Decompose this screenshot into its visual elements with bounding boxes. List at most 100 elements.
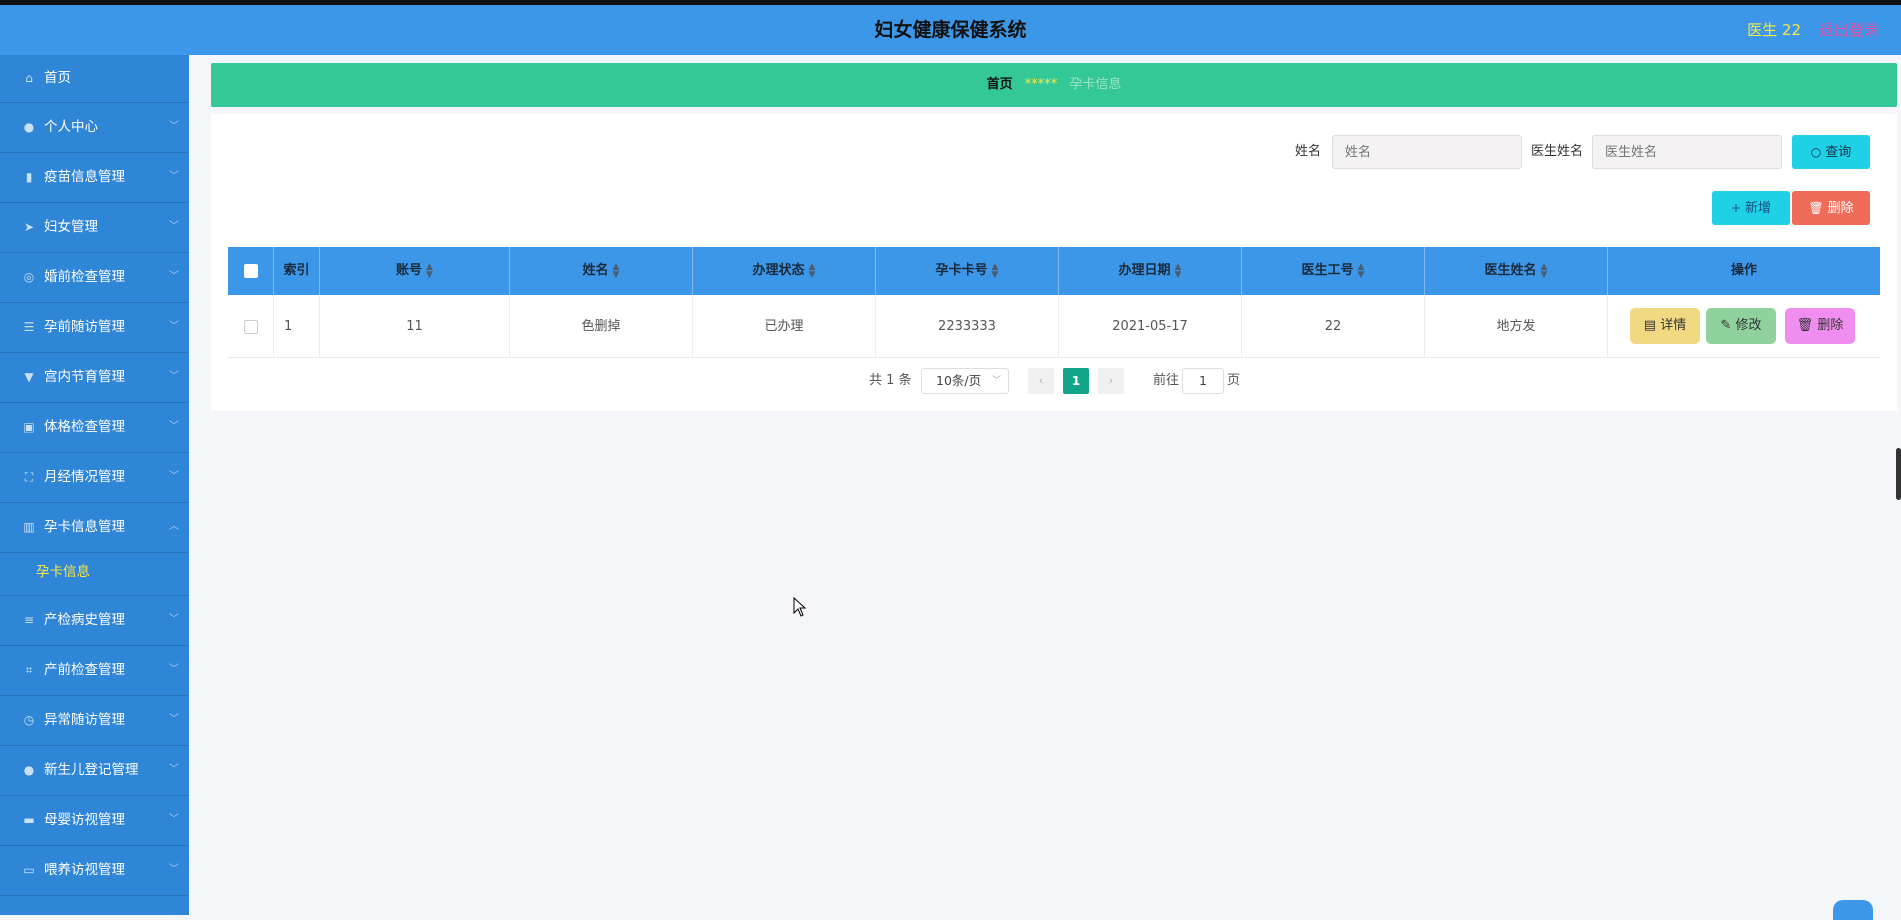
trash-icon: 🗑 [1796,318,1814,333]
batch-delete-button[interactable]: 🗑 删除 [1792,191,1870,225]
goto-label: 前往 [1153,373,1180,388]
row-delete-button[interactable]: 🗑 删除 [1785,308,1855,344]
select-all-cell [228,247,274,295]
chevron-down-icon: ﹀ [169,421,179,432]
mouse-cursor-icon [793,597,807,617]
sidebar-item-label: 异常随访管理 [44,712,125,728]
cell-name: 色删掉 [510,295,693,358]
header-status[interactable]: 办理状态 ▲ ▼ [693,247,876,295]
chevron-down-icon: ﹀ [169,714,179,725]
table-row: 1 11 色删掉 已办理 2233333 2021-05-17 22 地方发 ▤… [228,295,1880,358]
plus-icon: + [1730,201,1742,215]
clipboard-icon: ▣ [23,420,35,434]
select-all-checkbox[interactable] [243,263,258,278]
bar-chart-icon: ▥ [23,520,35,534]
sort-icon[interactable]: ▲ ▼ [613,262,620,279]
pagination: 共 1 条 10条/页 ﹀ ‹ 1 › 前往 1 页 [211,368,1897,394]
cell-status: 已办理 [693,295,876,358]
header-name[interactable]: 姓名 ▲ ▼ [510,247,693,295]
sidebar-item-feeding[interactable]: ▭ 喂养访视管理 ﹀ [0,846,189,896]
prev-page-button[interactable]: ‹ [1028,368,1054,394]
cell-index: 1 [274,295,320,358]
header-doctor-name[interactable]: 医生姓名 ▲ ▼ [1425,247,1608,295]
sidebar-item-vaccine[interactable]: ▮ 疫苗信息管理 ﹀ [0,153,189,203]
breadcrumb: 首页 ***** 孕卡信息 [211,63,1897,107]
edit-button[interactable]: ✎ 修改 [1706,308,1776,344]
detail-button[interactable]: ▤ 详情 [1630,308,1700,344]
add-button[interactable]: + 新增 [1712,191,1790,225]
breadcrumb-current: 孕卡信息 [1069,77,1122,92]
sort-icon[interactable]: ▲ ▼ [809,262,816,279]
chevron-down-icon: ﹀ [169,471,179,482]
header-label: 医生工号 [1301,263,1354,278]
header-index: 索引 [274,247,320,295]
sidebar-item-newborn[interactable]: ● 新生儿登记管理 ﹀ [0,746,189,796]
row-select-cell [228,295,274,358]
header-doctor-id[interactable]: 医生工号 ▲ ▼ [1242,247,1425,295]
user-icon: ● [23,120,35,134]
sliders-icon: ☰ [23,320,35,334]
chevron-up-icon: ︿ [169,521,179,532]
trash-icon: 🗑 [1808,201,1824,215]
sort-icon[interactable]: ▲ ▼ [1175,262,1182,279]
header-label: 索引 [283,263,310,278]
chevron-down-icon: ﹀ [169,864,179,875]
cell-account: 11 [320,295,510,358]
name-search-input[interactable] [1332,135,1522,169]
sidebar-item-women[interactable]: ➤ 妇女管理 ﹀ [0,203,189,253]
scrollbar-thumb[interactable] [1896,448,1901,500]
sort-icon[interactable]: ▲ ▼ [1358,262,1365,279]
breadcrumb-home[interactable]: 首页 [987,77,1013,92]
document-icon: ▤ [1643,318,1657,333]
app-title: 妇女健康保健系统 [874,19,1027,41]
chevron-down-icon: ﹀ [169,271,179,282]
sidebar-item-mother-infant[interactable]: ▬ 母婴访视管理 ﹀ [0,796,189,846]
doctor-search-input[interactable] [1592,135,1782,169]
logout-link[interactable]: 退出登录 [1819,5,1879,55]
crop-icon: ⌗ [25,663,33,677]
header-account[interactable]: 账号 ▲ ▼ [320,247,510,295]
chevron-down-icon: ﹀ [169,371,179,382]
sidebar-item-label: 产前检查管理 [44,662,125,678]
sidebar-item-premarital[interactable]: ◎ 婚前检查管理 ﹀ [0,253,189,303]
sidebar-item-abnormal-followup[interactable]: ◷ 异常随访管理 ﹀ [0,696,189,746]
sort-icon[interactable]: ▲ ▼ [426,262,433,279]
page-size-select[interactable]: 10条/页 ﹀ [921,368,1009,394]
sidebar-subitem-pregnancy-card-info[interactable]: 孕卡信息 [0,553,189,596]
query-button[interactable]: ○ 查询 [1792,135,1870,169]
floating-badge[interactable] [1833,900,1873,920]
sidebar-item-label: 宫内节育管理 [44,369,125,385]
sidebar-item-label: 孕卡信息管理 [44,519,125,535]
header-card-no[interactable]: 孕卡卡号 ▲ ▼ [876,247,1059,295]
sidebar: ⌂ 首页 ● 个人中心 ﹀ ▮ 疫苗信息管理 ﹀ ➤ 妇女管理 ﹀ ◎ 婚前检查… [0,55,189,915]
next-page-button[interactable]: › [1098,368,1124,394]
header-label: 办理日期 [1118,263,1171,278]
sidebar-item-prepregnancy[interactable]: ☰ 孕前随访管理 ﹀ [0,303,189,353]
chevron-down-icon: ﹀ [169,121,179,132]
cell-doctor-name: 地方发 [1425,295,1608,358]
header-label: 姓名 [582,263,609,278]
sort-icon[interactable]: ▲ ▼ [1541,262,1548,279]
sidebar-item-iud[interactable]: ▼ 宫内节育管理 ﹀ [0,353,189,403]
sidebar-item-prenatal-check[interactable]: ⌗ 产前检查管理 ﹀ [0,646,189,696]
doctor-search-label: 医生姓名 [1531,144,1584,159]
sidebar-item-label: 母婴访视管理 [44,812,125,828]
sort-icon[interactable]: ▲ ▼ [992,262,999,279]
header-date[interactable]: 办理日期 ▲ ▼ [1059,247,1242,295]
sidebar-item-label: 体格检查管理 [44,419,125,435]
sidebar-item-label: 喂养访视管理 [44,862,125,878]
header-label: 操作 [1730,263,1757,278]
list-icon: ≡ [23,613,35,627]
query-button-label: 查询 [1825,145,1852,160]
page-number-current[interactable]: 1 [1063,368,1089,394]
sidebar-item-home[interactable]: ⌂ 首页 [0,55,189,103]
sidebar-item-pregnancy-card[interactable]: ▥ 孕卡信息管理 ︿ [0,503,189,553]
sidebar-item-physical[interactable]: ▣ 体格检查管理 ﹀ [0,403,189,453]
sidebar-item-prenatal-history[interactable]: ≡ 产检病史管理 ﹀ [0,596,189,646]
goto-page-input[interactable]: 1 [1182,368,1224,394]
sidebar-item-personal-center[interactable]: ● 个人中心 ﹀ [0,103,189,153]
stamp-icon: ▼ [24,370,34,384]
sidebar-item-menstruation[interactable]: ⛶ 月经情况管理 ﹀ [0,453,189,503]
row-checkbox[interactable] [243,319,258,334]
detail-button-label: 详情 [1660,318,1687,333]
